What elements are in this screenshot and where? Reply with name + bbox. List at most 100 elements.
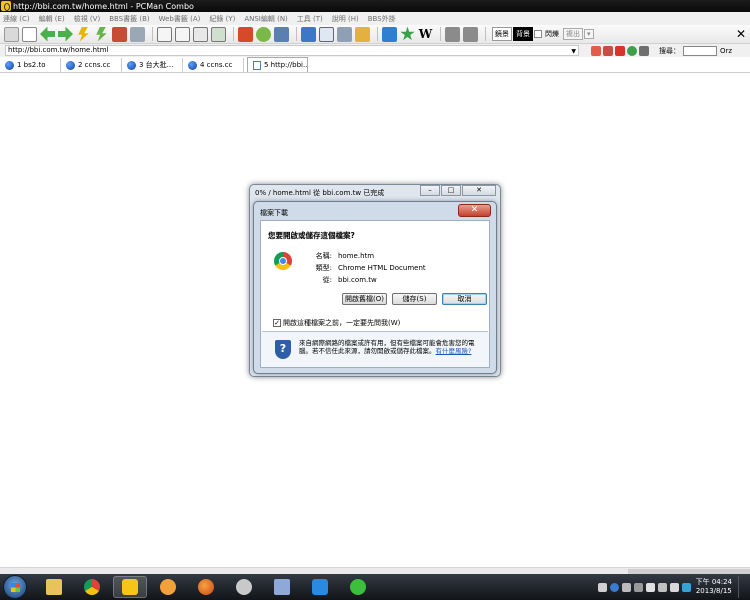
back-icon[interactable] xyxy=(40,26,55,42)
menu-bbs-plugins[interactable]: BBS外掛 xyxy=(368,14,396,24)
menu-bbs-bookmarks[interactable]: BBS書籤 (B) xyxy=(109,14,149,24)
window-controls: – □ ✕ xyxy=(419,185,496,196)
monitor-icon[interactable] xyxy=(301,26,316,42)
output-dropdown[interactable]: 複出 xyxy=(563,28,583,40)
tab-bbs-1[interactable]: 1 bs2.to xyxy=(0,58,61,72)
tab-web-5[interactable]: 5 http://bbi... xyxy=(247,57,308,72)
dialog-title: 檔案下載 xyxy=(260,209,288,217)
taskbar-app-blue[interactable] xyxy=(265,576,299,598)
taskbar-app-arrow[interactable] xyxy=(303,576,337,598)
always-ask-checkbox[interactable]: ✓ xyxy=(273,319,281,327)
show-desktop-button[interactable] xyxy=(738,576,748,598)
ansi-editor-icon[interactable] xyxy=(463,26,478,42)
file-name-row: 名稱: home.htm xyxy=(309,250,426,262)
file-type-key: 類型: xyxy=(315,264,332,272)
search-input[interactable] xyxy=(683,45,717,56)
paste-icon[interactable] xyxy=(175,26,190,42)
taskbar-settings[interactable] xyxy=(227,576,261,598)
file-name-value: home.htm xyxy=(338,252,375,260)
connect-icon[interactable] xyxy=(4,26,19,42)
ascii-toggle[interactable]: 鏡景 xyxy=(492,27,512,41)
battery-icon[interactable] xyxy=(657,582,667,592)
copy-paste-icon[interactable] xyxy=(193,26,208,42)
reconnect-icon[interactable] xyxy=(96,26,107,42)
minimize-button[interactable]: – xyxy=(420,185,440,196)
chevron-down-icon[interactable]: ▼ xyxy=(571,47,576,56)
menu-history[interactable]: 紀錄 (Y) xyxy=(209,14,235,24)
network-icon[interactable] xyxy=(621,582,631,592)
taskbar-chrome[interactable] xyxy=(75,576,109,598)
new-page-icon[interactable] xyxy=(22,26,37,42)
antivirus-icon[interactable] xyxy=(681,582,691,592)
maximize-button[interactable]: □ xyxy=(441,185,461,196)
tab-bbs-2[interactable]: 2 ccns.cc xyxy=(61,58,122,72)
fullscreen-icon[interactable] xyxy=(274,26,289,42)
wikipedia-icon[interactable]: W xyxy=(418,27,433,42)
close-tab-icon[interactable]: ✕ xyxy=(736,27,746,41)
keyboard-icon[interactable] xyxy=(337,26,352,42)
file-type-value: Chrome HTML Document xyxy=(338,264,426,272)
lightning-icon[interactable] xyxy=(78,26,89,42)
save-button[interactable]: 儲存(S) xyxy=(392,293,437,305)
document-icon xyxy=(274,579,290,595)
always-ask-option[interactable]: ✓ 開啟這種檔案之前，一定要先問我(W) xyxy=(273,318,400,328)
tab-bbs-4[interactable]: 4 ccns.cc xyxy=(183,58,244,72)
toolbar-separator xyxy=(296,27,297,41)
title-bar: http://bbi.com.tw/home.html - PCMan Comb… xyxy=(0,0,750,12)
dialog-close-button[interactable]: ✕ xyxy=(458,204,491,217)
menu-view[interactable]: 檢視 (V) xyxy=(74,14,100,24)
star-icon[interactable] xyxy=(400,26,415,41)
forward-icon[interactable] xyxy=(58,26,73,42)
gear-icon[interactable] xyxy=(256,26,271,42)
menu-ansi-edit[interactable]: ANSI編輯 (N) xyxy=(244,14,287,24)
cancel-button[interactable]: 取消 xyxy=(442,293,487,305)
clock[interactable]: 下午 04:24 2013/8/15 xyxy=(696,578,732,596)
screenshot-icon[interactable] xyxy=(319,26,334,42)
menu-web-bookmarks[interactable]: Web書籤 (A) xyxy=(159,14,201,24)
taskbar-line[interactable] xyxy=(341,576,375,598)
menu-tools[interactable]: 工具 (T) xyxy=(297,14,323,24)
horizontal-scrollbar[interactable] xyxy=(0,567,750,574)
toolbar-separator xyxy=(152,27,153,41)
lock-icon[interactable] xyxy=(355,26,370,42)
shield-question-icon: ? xyxy=(275,340,291,359)
stop-icon[interactable] xyxy=(615,45,625,56)
ansi-color-icon[interactable] xyxy=(445,26,460,42)
disconnect-icon[interactable] xyxy=(112,26,127,42)
copy-icon[interactable] xyxy=(157,26,172,42)
select-all-icon[interactable] xyxy=(211,26,226,42)
globe-icon xyxy=(5,60,14,70)
menu-edit[interactable]: 編輯 (E) xyxy=(39,14,65,24)
clock-date: 2013/8/15 xyxy=(695,587,732,595)
close-button[interactable]: ✕ xyxy=(462,185,496,196)
file-source-key: 從: xyxy=(322,276,332,284)
background-toggle[interactable]: 背景 xyxy=(513,27,533,41)
settings-wrench-icon[interactable] xyxy=(130,26,145,42)
taskbar-pcman[interactable] xyxy=(113,576,147,598)
risk-link[interactable]: 有什麼風險? xyxy=(436,347,472,355)
url-input[interactable]: http://bbi.com.tw/home.html ▼ xyxy=(5,45,579,56)
ime-icon[interactable] xyxy=(597,582,607,592)
chevron-up-icon[interactable] xyxy=(633,582,643,592)
start-button[interactable] xyxy=(3,575,27,599)
flag-icon[interactable] xyxy=(645,582,655,592)
volume-icon[interactable] xyxy=(669,582,679,592)
taskbar-explorer[interactable] xyxy=(37,576,71,598)
pcman-app-icon xyxy=(1,1,11,11)
bookmark-icon[interactable] xyxy=(639,45,649,56)
taskbar-firefox[interactable] xyxy=(189,576,223,598)
tab-bbs-3[interactable]: 3 台大批... xyxy=(122,58,183,72)
output-dropdown-arrow[interactable]: ▾ xyxy=(584,29,594,39)
blink-checkbox[interactable] xyxy=(534,30,542,38)
open-button[interactable]: 開啟舊檔(O) xyxy=(342,293,387,305)
font-icon[interactable] xyxy=(238,26,253,42)
mail-icon[interactable] xyxy=(603,45,613,56)
magnifier-icon[interactable] xyxy=(382,26,397,42)
menu-connect[interactable]: 連線 (C) xyxy=(3,14,30,24)
menu-help[interactable]: 說明 (H) xyxy=(332,14,359,24)
home-icon[interactable] xyxy=(591,45,601,56)
refresh-icon[interactable] xyxy=(627,45,637,56)
taskbar-messenger[interactable] xyxy=(151,576,185,598)
help-icon[interactable] xyxy=(609,582,619,592)
search-engine-select[interactable]: Orz xyxy=(720,47,732,55)
